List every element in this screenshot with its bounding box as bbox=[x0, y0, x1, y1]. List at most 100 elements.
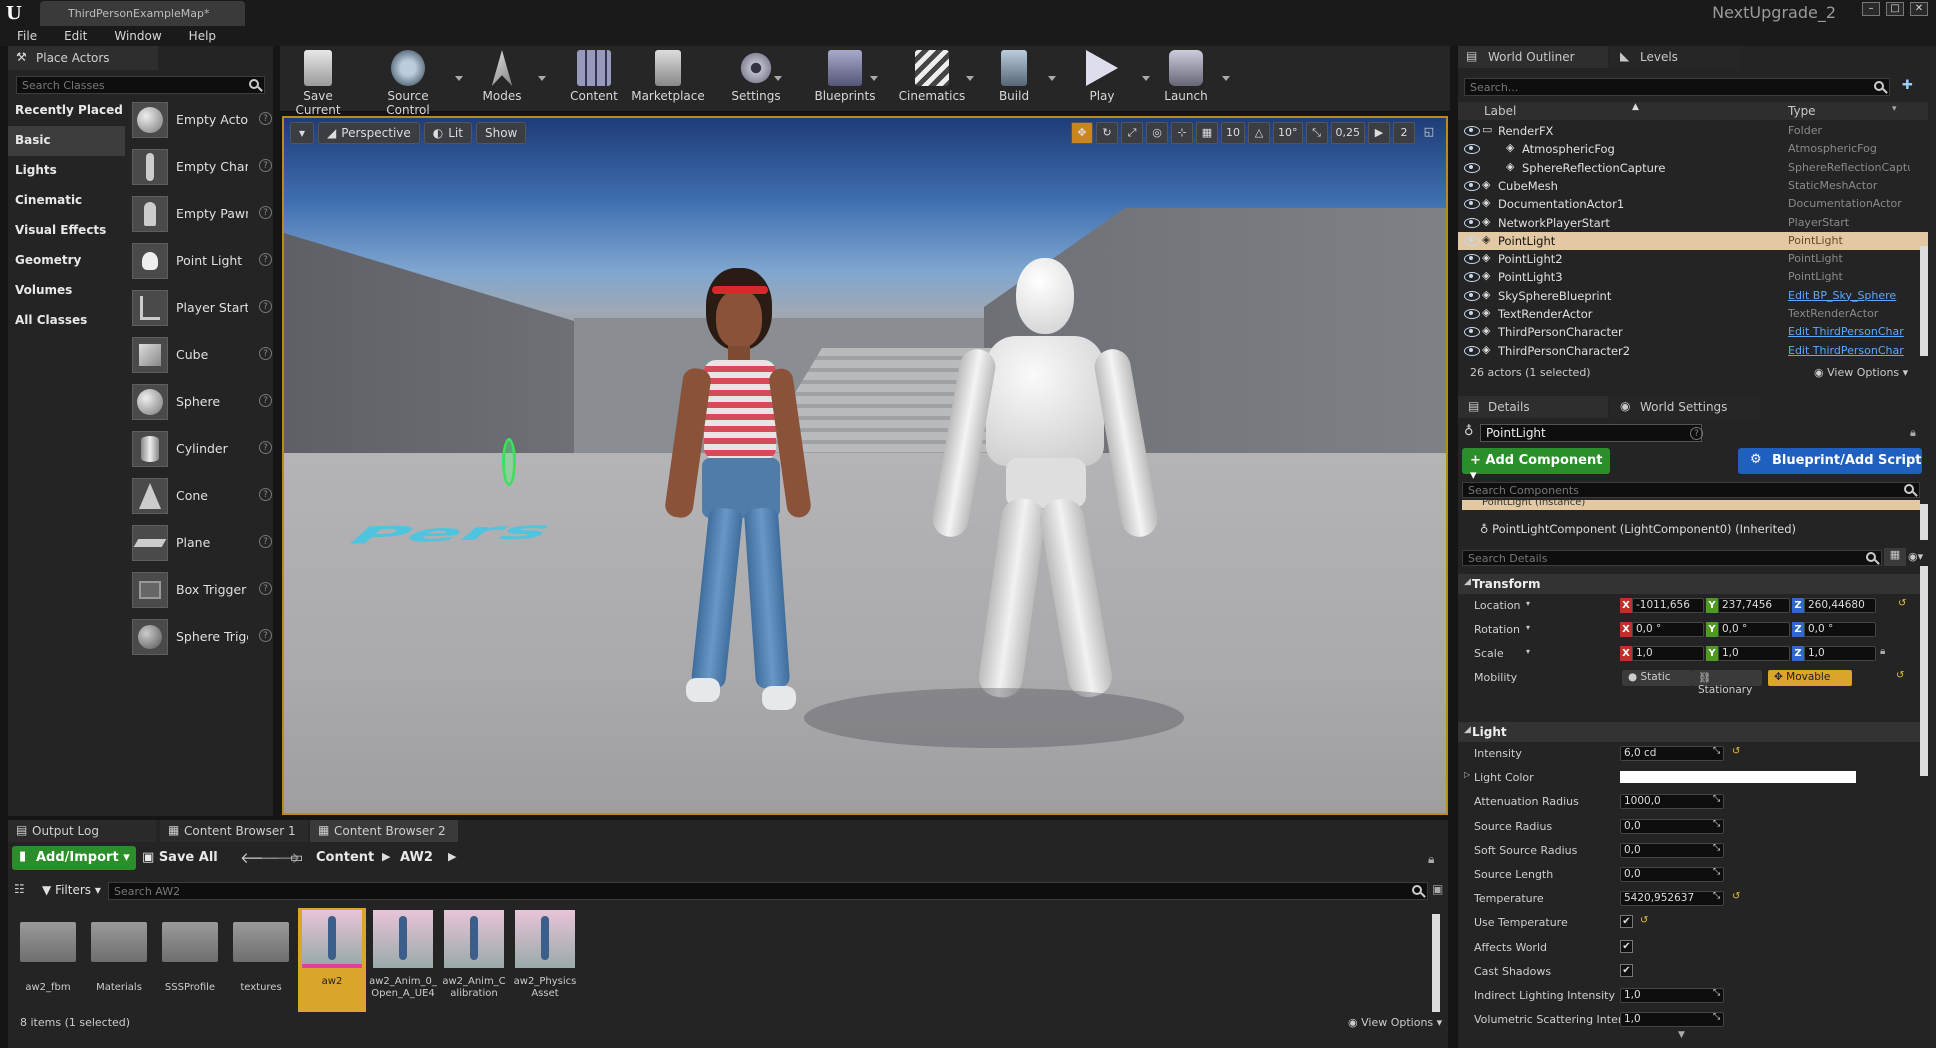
help-icon[interactable]: ? bbox=[259, 253, 272, 266]
asset-item[interactable]: aw2_Anim_Calibration bbox=[440, 908, 508, 1012]
components-scrollbar[interactable] bbox=[1920, 504, 1928, 540]
build-dropdown-icon[interactable] bbox=[1048, 76, 1056, 81]
help-icon[interactable]: ? bbox=[259, 582, 272, 595]
reset-icon[interactable]: ↺ bbox=[1732, 746, 1740, 757]
transform-location-z-field[interactable]: 260,44680 bbox=[1804, 598, 1876, 613]
transform-location-x-field[interactable]: -1011,656 bbox=[1632, 598, 1704, 613]
transform-rotation-z-field[interactable]: 0,0 ° bbox=[1804, 622, 1876, 637]
actor-item[interactable]: Sphere Trigg? bbox=[132, 613, 272, 660]
eye-icon[interactable] bbox=[1464, 217, 1480, 228]
tab-details[interactable]: ▤ Details bbox=[1458, 396, 1608, 418]
actor-item[interactable]: Empty Actor? bbox=[132, 96, 272, 143]
intensity-field[interactable]: 6,0 cd bbox=[1620, 746, 1724, 761]
scale-snap-value[interactable]: 0,25 bbox=[1330, 122, 1365, 144]
search-details-input[interactable]: Search Details bbox=[1462, 550, 1882, 566]
outliner-search-input[interactable]: Search... bbox=[1464, 78, 1890, 96]
affects-world-checkbox[interactable]: ✔ bbox=[1620, 939, 1633, 953]
tab-output-log[interactable]: ▤ Output Log bbox=[8, 820, 156, 842]
eye-icon[interactable] bbox=[1464, 345, 1480, 356]
rotation-snap-value[interactable]: 10° bbox=[1273, 122, 1303, 144]
source-radius-field[interactable]: 0,0 bbox=[1620, 818, 1724, 834]
outliner-row[interactable]: ◈ ThirdPersonCharacter2 Edit ThirdPersonCh… bbox=[1458, 342, 1928, 360]
add-import-button[interactable]: ▮ Add/Import ▾ bbox=[12, 846, 136, 870]
scale-snap-icon[interactable]: ⤡ bbox=[1305, 122, 1328, 144]
menu-edit[interactable]: Edit bbox=[47, 26, 97, 46]
help-icon[interactable]: ? bbox=[259, 629, 272, 642]
eye-icon[interactable] bbox=[1464, 327, 1480, 338]
maximize-viewport-icon[interactable]: ◱ bbox=[1418, 122, 1440, 144]
menu-window[interactable]: Window bbox=[97, 26, 171, 46]
document-tab[interactable]: ThirdPersonExampleMap* bbox=[40, 1, 245, 26]
actor-item[interactable]: Plane? bbox=[132, 519, 272, 566]
save-current-button[interactable]: Save Current bbox=[284, 48, 352, 117]
eye-icon[interactable] bbox=[1464, 144, 1480, 155]
light-section-header[interactable]: ◢ Light bbox=[1458, 722, 1920, 742]
tab-content-browser-2[interactable]: ▦ Content Browser 2 bbox=[310, 820, 458, 842]
actor-item[interactable]: Cube? bbox=[132, 331, 272, 378]
surface-snap-icon[interactable]: ⊹ bbox=[1171, 122, 1193, 144]
folder-item[interactable]: textures bbox=[227, 908, 295, 1012]
col-type[interactable]: Type bbox=[1788, 104, 1816, 118]
actor-item[interactable]: Cylinder? bbox=[132, 425, 272, 472]
eye-icon[interactable] bbox=[1464, 199, 1480, 210]
asset-item[interactable]: aw2 bbox=[298, 908, 366, 1012]
slider-arrow-icon[interactable]: ⤡ bbox=[1713, 891, 1720, 901]
slider-arrow-icon[interactable]: ⤡ bbox=[1713, 1012, 1720, 1022]
eye-icon[interactable] bbox=[1464, 126, 1480, 136]
slider-arrow-icon[interactable]: ⤡ bbox=[1713, 746, 1720, 756]
visibility-eye-icon[interactable]: ◉▾ bbox=[1908, 550, 1923, 563]
outliner-row[interactable]: ◈ SkySphereBlueprint Edit BP_Sky_Sphere bbox=[1458, 287, 1928, 305]
add-folder-icon[interactable]: ✚ bbox=[1902, 78, 1913, 93]
actor-item[interactable]: Sphere? bbox=[132, 378, 272, 425]
outliner-row[interactable]: ◈ ThirdPersonCharacter Edit ThirdPersonCha… bbox=[1458, 323, 1928, 341]
component-row[interactable]: ♁ PointLightComponent (LightComponent0) … bbox=[1480, 522, 1796, 536]
soft-source-radius-field[interactable]: 0,0 bbox=[1620, 842, 1724, 858]
tab-world-settings[interactable]: ◉ World Settings bbox=[1610, 396, 1760, 418]
chevron-down-icon[interactable]: ▾ bbox=[1892, 104, 1897, 114]
camera-speed-value[interactable]: 2 bbox=[1393, 122, 1415, 144]
category-recently-placed[interactable]: Recently Placed bbox=[8, 96, 125, 126]
actor-item[interactable]: Empty Pawn? bbox=[132, 190, 272, 237]
slider-arrow-icon[interactable]: ⤡ bbox=[1713, 867, 1720, 877]
reset-icon[interactable]: ↺ bbox=[1640, 915, 1648, 926]
path-aw2[interactable]: AW2 bbox=[400, 850, 433, 865]
actor-item[interactable]: Player Start? bbox=[132, 284, 272, 331]
edit-blueprint-link[interactable]: Edit ThirdPersonChar bbox=[1788, 344, 1910, 357]
search-aw2-input[interactable]: Search AW2 bbox=[108, 882, 1428, 900]
category-cinematic[interactable]: Cinematic bbox=[8, 186, 125, 216]
slider-arrow-icon[interactable]: ⤡ bbox=[1713, 988, 1720, 998]
scale-tool-icon[interactable]: ⤢ bbox=[1121, 122, 1143, 144]
help-icon[interactable]: ? bbox=[1690, 427, 1703, 440]
lock-icon[interactable]: 🔒︎ bbox=[1428, 852, 1434, 867]
eye-icon[interactable] bbox=[1464, 235, 1480, 246]
help-icon[interactable]: ? bbox=[259, 535, 272, 548]
col-label[interactable]: Label bbox=[1484, 104, 1516, 118]
help-icon[interactable]: ? bbox=[259, 206, 272, 219]
play-dropdown-icon[interactable] bbox=[1142, 76, 1150, 81]
category-visual-effects[interactable]: Visual Effects bbox=[8, 216, 125, 246]
category-volumes[interactable]: Volumes bbox=[8, 276, 125, 306]
category-all-classes[interactable]: All Classes bbox=[8, 306, 125, 336]
cinematics-dropdown-icon[interactable] bbox=[966, 76, 974, 81]
reset-icon[interactable]: ↺ bbox=[1732, 891, 1740, 902]
actor-item[interactable]: Box Trigger? bbox=[132, 566, 272, 613]
show-button[interactable]: Show bbox=[475, 122, 527, 144]
help-icon[interactable]: ? bbox=[259, 441, 272, 454]
eye-icon[interactable] bbox=[1464, 309, 1480, 319]
translate-tool-icon[interactable]: ✥ bbox=[1071, 122, 1093, 144]
source-length-field[interactable]: 0,0 bbox=[1620, 867, 1724, 882]
chevron-down-icon[interactable]: ▾ bbox=[1526, 623, 1530, 632]
mannequin-character[interactable] bbox=[924, 258, 1161, 708]
transform-rotation-y-field[interactable]: 0,0 ° bbox=[1718, 622, 1790, 637]
mobility-static-button[interactable]: ● Static bbox=[1622, 670, 1692, 686]
outliner-row[interactable]: ◈ SphereReflectionCapture SphereReflection… bbox=[1458, 159, 1928, 177]
slider-arrow-icon[interactable]: ⤡ bbox=[1713, 843, 1720, 853]
chevron-down-icon[interactable]: ▼ bbox=[1678, 1030, 1685, 1040]
perspective-button[interactable]: ◢ Perspective bbox=[318, 122, 420, 144]
edit-blueprint-link[interactable]: Edit ThirdPersonChar bbox=[1788, 325, 1910, 338]
help-icon[interactable]: ? bbox=[259, 347, 272, 360]
attenuation-radius-field[interactable]: 1000,0 bbox=[1620, 794, 1724, 810]
search-classes-input[interactable]: Search Classes bbox=[16, 76, 265, 94]
settings-dropdown-icon[interactable] bbox=[774, 76, 782, 81]
reset-icon[interactable]: ↺ bbox=[1896, 670, 1904, 681]
